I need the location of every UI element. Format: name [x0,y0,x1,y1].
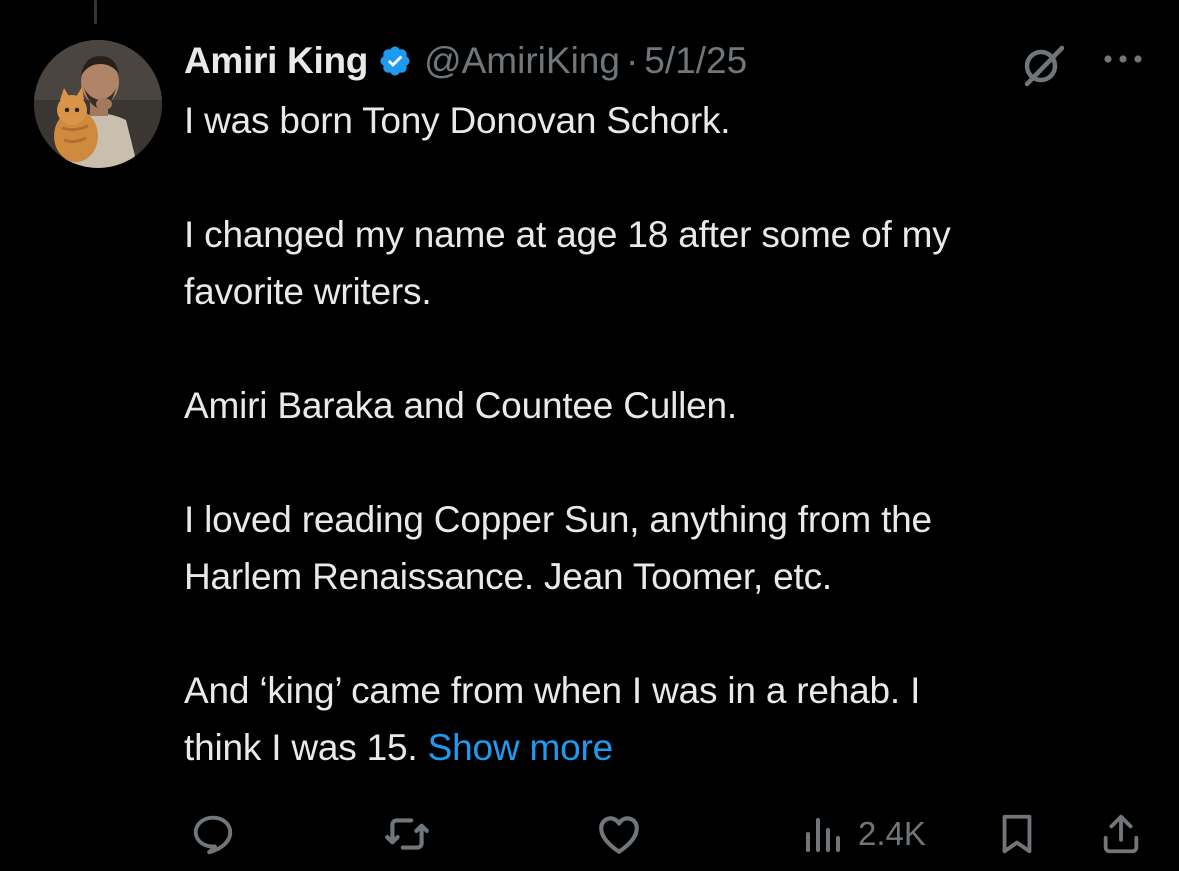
views-button[interactable]: 2.4K [798,806,926,862]
avatar[interactable] [34,40,162,168]
tweet-line: Harlem Renaissance. Jean Toomer, etc. [184,556,832,597]
bookmark-button[interactable] [994,806,1040,862]
tweet-line: Amiri Baraka and Countee Cullen. [184,385,738,426]
avatar-image [34,40,162,168]
retweet-button[interactable] [382,806,432,862]
display-name[interactable]: Amiri King [184,40,368,82]
tweet-text: I was born Tony Donovan Schork. I change… [184,92,1144,776]
timestamp[interactable]: 5/1/25 [644,40,747,82]
tweet-line: I changed my name at age 18 after some o… [184,214,951,255]
reply-button[interactable] [190,806,236,862]
share-button[interactable] [1098,806,1144,862]
reply-icon [190,811,236,857]
grok-icon[interactable] [1018,40,1068,90]
analytics-icon [798,810,846,858]
user-handle[interactable]: @AmiriKing [424,40,620,82]
tweet-last-line: think I was 15. Show more [184,719,1144,776]
heart-icon [594,809,644,859]
tweet-line: I loved reading Copper Sun, anything fro… [184,499,932,540]
action-bar: 2.4K [184,806,1154,862]
tweet-line: favorite writers. [184,271,432,312]
more-options-icon[interactable] [1100,48,1146,70]
like-button[interactable] [594,806,644,862]
verified-badge-icon[interactable] [378,44,412,78]
tweet-line: I was born Tony Donovan Schork. [184,100,731,141]
views-count: 2.4K [858,815,926,852]
retweet-icon [382,809,432,859]
tweet-line: And ‘king’ came from when I was in a reh… [184,670,921,711]
bookmark-icon [994,811,1040,857]
show-more-link[interactable]: Show more [428,727,614,768]
tweet-line: think I was 15. [184,727,418,768]
tweet-header: Amiri King @AmiriKing · 5/1/25 [184,36,747,86]
share-icon [1098,811,1144,857]
thread-connector-line [94,0,97,24]
separator-dot: · [625,40,639,81]
